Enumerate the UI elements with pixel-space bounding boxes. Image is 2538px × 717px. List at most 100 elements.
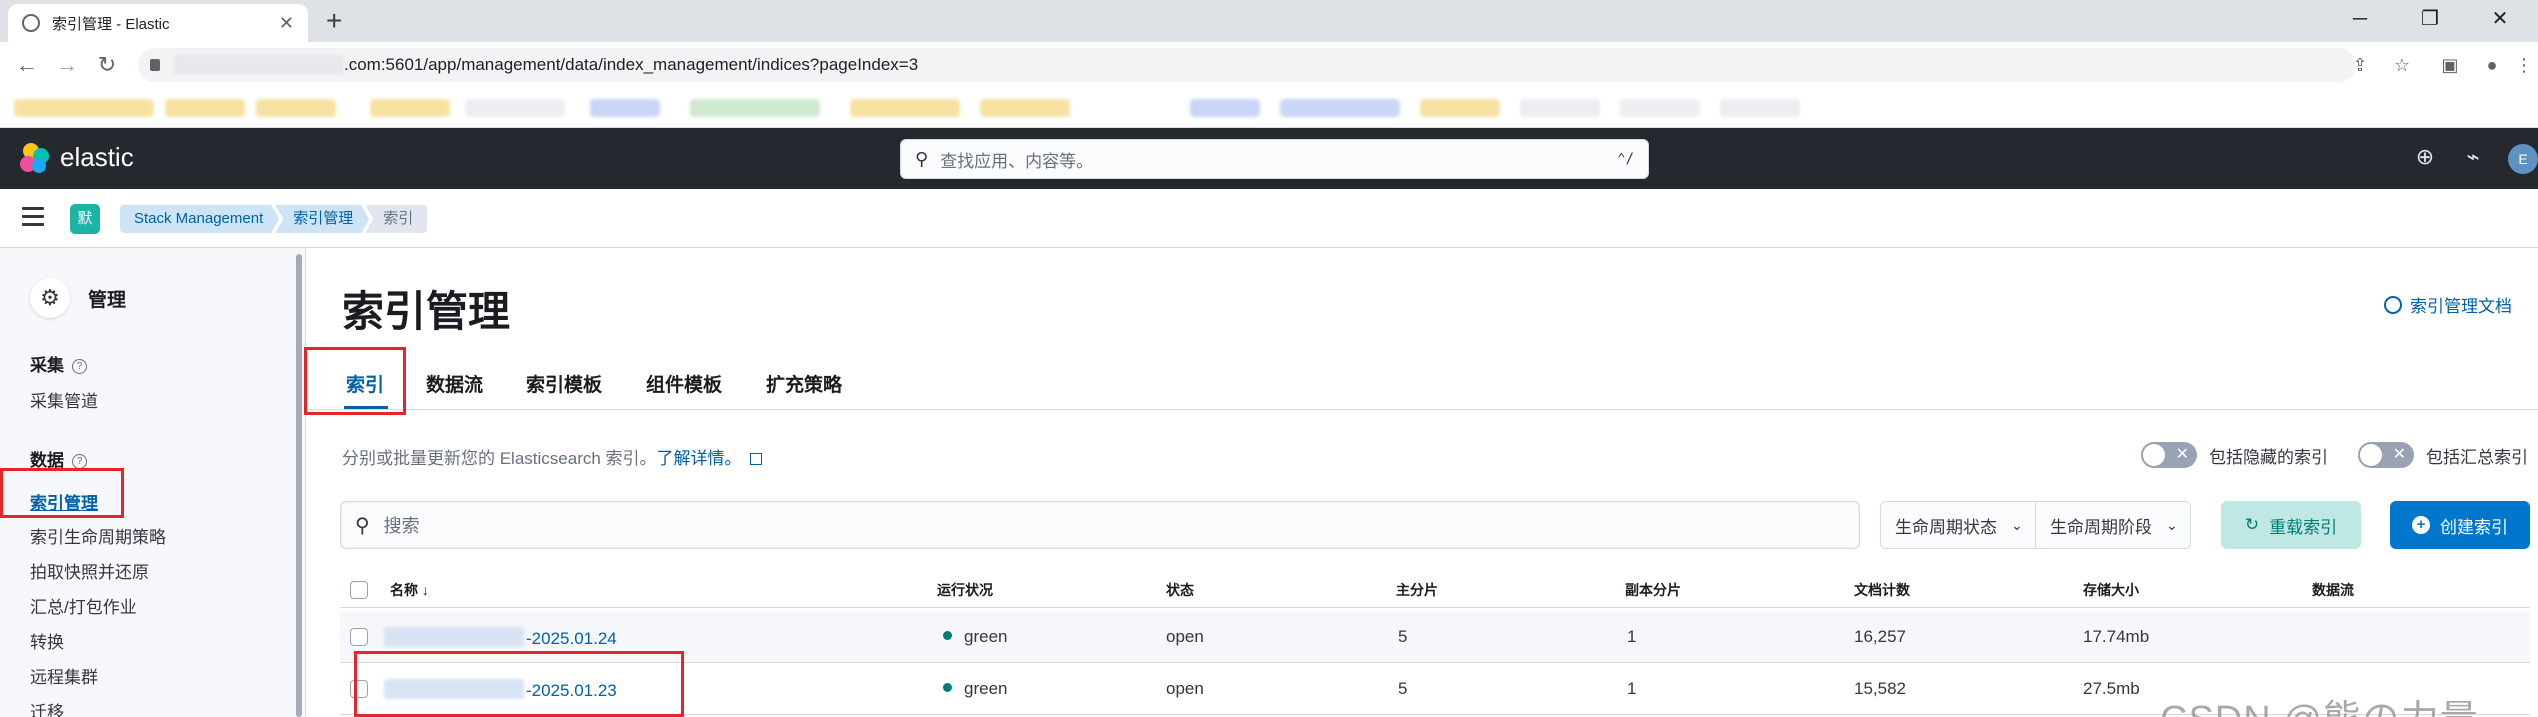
sidebar-item-migrate[interactable]: 迁移: [30, 698, 64, 717]
chevron-down-icon: ⌄: [2166, 516, 2178, 533]
annotation-box-index-names: [354, 651, 684, 717]
brand-wordmark: elastic: [60, 142, 134, 172]
bookmark-item[interactable]: [1520, 99, 1600, 117]
breadcrumb-index-management[interactable]: 索引管理: [275, 205, 369, 233]
browser-tab[interactable]: 索引管理 - Elastic ✕: [8, 4, 308, 42]
index-name-redacted: [384, 627, 524, 647]
elastic-logo[interactable]: elastic: [20, 142, 134, 173]
lifecycle-status-filter[interactable]: 生命周期状态 ⌄: [1880, 501, 2036, 549]
bookmark-item[interactable]: [370, 99, 450, 117]
sidebar-scrollbar[interactable]: [296, 254, 302, 717]
index-name-link[interactable]: -2025.01.24: [384, 627, 617, 649]
sidebar-item-ilm-policies[interactable]: 索引生命周期策略: [30, 523, 166, 548]
window-close-icon[interactable]: ✕: [2470, 4, 2530, 34]
column-health[interactable]: 运行状况: [937, 580, 993, 600]
select-all-checkbox[interactable]: [350, 581, 368, 599]
column-status[interactable]: 状态: [1166, 580, 1194, 600]
bookmark-star-icon[interactable]: ☆: [2388, 52, 2416, 78]
side-panel-icon[interactable]: ▣: [2436, 52, 2464, 78]
help-lifebuoy-icon: [2384, 295, 2402, 314]
profile-icon[interactable]: ●: [2478, 52, 2506, 78]
lifecycle-phase-filter[interactable]: 生命周期阶段 ⌄: [2035, 501, 2191, 549]
help-circle-icon[interactable]: ?: [72, 454, 87, 469]
column-data-stream[interactable]: 数据流: [2312, 580, 2354, 600]
share-icon[interactable]: ⇪: [2346, 52, 2374, 78]
index-search-input[interactable]: ⚲ 搜索: [340, 501, 1860, 549]
user-avatar[interactable]: E: [2508, 144, 2538, 174]
sidebar-item-transforms[interactable]: 转换: [30, 628, 64, 653]
switch-off[interactable]: ✕: [2358, 442, 2414, 468]
bookmark-item[interactable]: [1190, 99, 1260, 117]
bookmark-item[interactable]: [690, 99, 820, 117]
bookmark-item[interactable]: [1420, 99, 1500, 117]
bookmark-item[interactable]: [465, 99, 565, 117]
chevron-down-icon: ⌄: [2011, 516, 2023, 533]
news-feed-icon[interactable]: ⌁: [2458, 144, 2488, 170]
switch-off[interactable]: ✕: [2141, 442, 2197, 468]
help-circle-icon[interactable]: ?: [72, 359, 87, 374]
restore-icon[interactable]: ❐: [2400, 4, 2460, 34]
row-checkbox[interactable]: [350, 628, 368, 646]
health-cell: green: [943, 679, 1007, 699]
new-tab-button[interactable]: +: [326, 6, 342, 36]
reload-icon[interactable]: ↻: [92, 50, 122, 80]
plus-circle-icon: +: [2412, 516, 2430, 534]
minimize-icon[interactable]: ─: [2330, 4, 2390, 34]
column-docs-count[interactable]: 文档计数: [1854, 580, 1910, 600]
column-primaries[interactable]: 主分片: [1396, 580, 1438, 600]
page-description: 分别或批量更新您的 Elasticsearch 索引。了解详情。: [342, 444, 762, 469]
browser-tab-bar: 索引管理 - Elastic ✕ + ─ ❐ ✕: [0, 0, 2538, 42]
tab-enrich-policies[interactable]: 扩充策略: [766, 370, 842, 397]
include-rollup-toggle[interactable]: ✕ 包括汇总索引: [2358, 442, 2528, 468]
reload-indices-button[interactable]: ↻ 重载索引: [2221, 501, 2361, 549]
replicas-cell: 1: [1627, 627, 1637, 646]
sort-arrow-icon: ↓: [421, 582, 429, 598]
bookmark-item[interactable]: [590, 99, 660, 117]
url-field[interactable]: .com:5601/app/management/data/index_mana…: [138, 48, 2356, 82]
space-avatar[interactable]: 默: [70, 204, 100, 234]
breadcrumb-bar: 默 Stack Management 索引管理 索引: [0, 189, 2538, 248]
bookmark-item[interactable]: [165, 99, 245, 117]
tab-data-streams[interactable]: 数据流: [426, 370, 483, 397]
bookmark-item[interactable]: [14, 99, 154, 117]
menu-dots-icon[interactable]: ⋮: [2510, 52, 2538, 78]
back-icon[interactable]: ←: [12, 50, 42, 80]
create-index-button[interactable]: + 创建索引: [2390, 501, 2530, 549]
bookmark-item[interactable]: [1280, 99, 1400, 117]
sidebar-item-remote-clusters[interactable]: 远程集群: [30, 663, 98, 688]
docs-count-cell: 15,582: [1854, 679, 1906, 698]
column-replicas[interactable]: 副本分片: [1625, 580, 1681, 600]
shortcut-hint: ⌃/: [1617, 151, 1634, 167]
bookmark-item[interactable]: [1720, 99, 1800, 117]
bookmark-item[interactable]: [256, 99, 336, 117]
bookmark-item[interactable]: [1620, 99, 1700, 117]
tab-index-templates[interactable]: 索引模板: [526, 370, 602, 397]
primaries-cell: 5: [1398, 679, 1408, 698]
elastic-favicon-icon: [22, 14, 40, 32]
sidebar-item-ingest-pipelines[interactable]: 采集管道: [30, 387, 98, 412]
include-hidden-toggle[interactable]: ✕ 包括隐藏的索引: [2141, 442, 2328, 468]
bookmark-item[interactable]: [980, 99, 1070, 117]
status-cell: open: [1166, 679, 1204, 698]
breadcrumb-stack-management[interactable]: Stack Management: [120, 205, 279, 233]
tab-close-icon[interactable]: ✕: [279, 13, 294, 34]
forward-icon[interactable]: →: [52, 50, 82, 80]
column-name[interactable]: 名称 ↓: [390, 580, 429, 600]
url-redacted-host: [174, 55, 344, 75]
column-storage-size[interactable]: 存储大小: [2083, 580, 2139, 600]
status-cell: open: [1166, 627, 1204, 646]
external-link-icon: [749, 453, 762, 465]
sidebar-item-rollup-jobs[interactable]: 汇总/打包作业: [30, 593, 137, 618]
include-rollup-label: 包括汇总索引: [2426, 447, 2528, 467]
learn-more-link[interactable]: 了解详情。: [657, 449, 742, 468]
sidebar-header: ⚙ 管理: [30, 278, 126, 318]
global-search-input[interactable]: ⚲ 查找应用、内容等。 ⌃/: [900, 139, 1649, 179]
sidebar-item-snapshot-restore[interactable]: 拍取快照并还原: [30, 558, 149, 583]
docs-count-cell: 16,257: [1854, 627, 1906, 646]
bookmark-item[interactable]: [850, 99, 960, 117]
health-cell: green: [943, 627, 1007, 647]
help-icon[interactable]: ⊕: [2410, 144, 2440, 170]
menu-icon[interactable]: [22, 207, 44, 231]
tab-component-templates[interactable]: 组件模板: [646, 370, 722, 397]
docs-link[interactable]: 索引管理文档: [2384, 292, 2512, 317]
